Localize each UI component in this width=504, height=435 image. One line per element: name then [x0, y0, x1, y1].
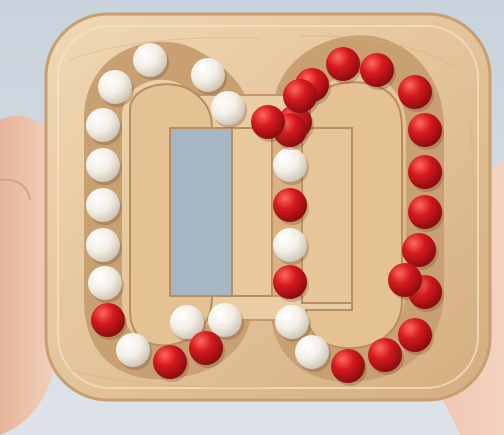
- window-opening: [170, 128, 232, 296]
- white-bead: [86, 188, 120, 222]
- white-bead: [208, 303, 242, 337]
- puzzle-photo: [0, 0, 504, 435]
- white-bead: [191, 58, 225, 92]
- white-bead: [273, 148, 307, 182]
- white-bead: [211, 91, 245, 125]
- photo-scene: [0, 0, 504, 435]
- red-bead: [189, 331, 223, 365]
- white-bead: [88, 266, 122, 300]
- white-bead: [116, 333, 150, 367]
- white-bead: [275, 305, 309, 339]
- slider-bar-left: [231, 127, 273, 297]
- red-bead: [331, 349, 365, 383]
- slider-bar-right: [301, 127, 353, 304]
- red-bead: [408, 195, 442, 229]
- white-bead: [98, 70, 132, 104]
- red-bead: [326, 47, 360, 81]
- white-bead: [86, 228, 120, 262]
- red-bead: [273, 265, 307, 299]
- red-bead: [398, 75, 432, 109]
- red-bead: [408, 113, 442, 147]
- red-bead: [153, 345, 187, 379]
- red-bead: [388, 263, 422, 297]
- white-bead: [273, 228, 307, 262]
- red-bead: [91, 303, 125, 337]
- red-bead: [398, 318, 432, 352]
- red-bead: [251, 105, 285, 139]
- white-bead: [295, 335, 329, 369]
- white-bead: [133, 43, 167, 77]
- red-bead: [360, 53, 394, 87]
- red-bead: [408, 155, 442, 189]
- red-bead: [283, 79, 317, 113]
- red-bead: [273, 188, 307, 222]
- red-bead: [368, 338, 402, 372]
- white-bead: [86, 108, 120, 142]
- white-bead: [86, 148, 120, 182]
- red-bead: [402, 233, 436, 267]
